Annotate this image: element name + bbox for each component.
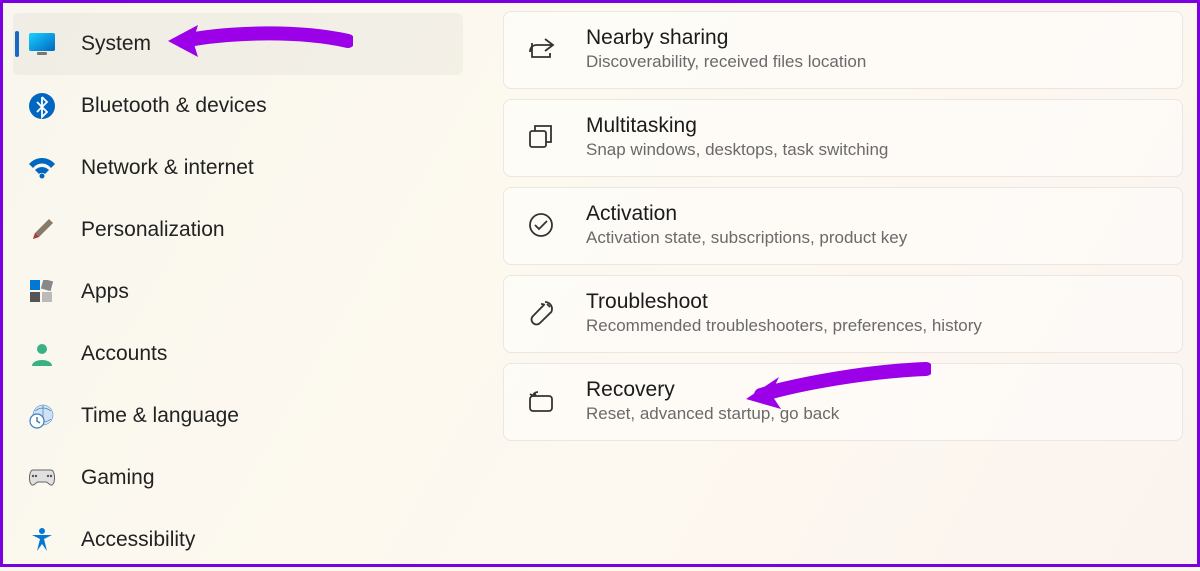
accessibility-icon (27, 525, 57, 555)
settings-window: System Bluetooth & devices Network & int… (3, 3, 1197, 564)
bluetooth-icon (27, 91, 57, 121)
multitask-icon (526, 122, 556, 152)
sidebar-item-personalization[interactable]: Personalization (13, 199, 463, 261)
setting-card-multitasking[interactable]: Multitasking Snap windows, desktops, tas… (503, 99, 1183, 177)
wifi-icon (27, 153, 57, 183)
system-icon (27, 29, 57, 59)
sidebar-item-apps[interactable]: Apps (13, 261, 463, 323)
share-icon (526, 34, 556, 64)
settings-list: Nearby sharing Discoverability, received… (473, 3, 1197, 564)
wrench-icon (526, 298, 556, 328)
brush-icon (27, 215, 57, 245)
setting-card-nearby-sharing[interactable]: Nearby sharing Discoverability, received… (503, 11, 1183, 89)
sidebar-item-label: Bluetooth & devices (81, 94, 267, 118)
sidebar: System Bluetooth & devices Network & int… (3, 3, 473, 564)
sidebar-item-label: Apps (81, 280, 129, 304)
setting-card-activation[interactable]: Activation Activation state, subscriptio… (503, 187, 1183, 265)
sidebar-item-label: Accounts (81, 342, 167, 366)
sidebar-item-label: System (81, 32, 151, 56)
setting-card-recovery[interactable]: Recovery Reset, advanced startup, go bac… (503, 363, 1183, 441)
card-title: Activation (586, 202, 907, 226)
sidebar-item-network[interactable]: Network & internet (13, 137, 463, 199)
card-description: Recommended troubleshooters, preferences… (586, 316, 982, 336)
sidebar-item-accessibility[interactable]: Accessibility (13, 509, 463, 571)
card-text: Activation Activation state, subscriptio… (586, 202, 907, 248)
person-icon (27, 339, 57, 369)
sidebar-item-time[interactable]: Time & language (13, 385, 463, 447)
sidebar-item-label: Accessibility (81, 528, 195, 552)
card-text: Recovery Reset, advanced startup, go bac… (586, 378, 839, 424)
sidebar-item-label: Personalization (81, 218, 225, 242)
sidebar-item-label: Gaming (81, 466, 155, 490)
card-description: Reset, advanced startup, go back (586, 404, 839, 424)
sidebar-item-gaming[interactable]: Gaming (13, 447, 463, 509)
card-text: Troubleshoot Recommended troubleshooters… (586, 290, 982, 336)
card-title: Troubleshoot (586, 290, 982, 314)
sidebar-item-system[interactable]: System (13, 13, 463, 75)
sidebar-item-label: Network & internet (81, 156, 254, 180)
recovery-icon (526, 386, 556, 416)
card-text: Nearby sharing Discoverability, received… (586, 26, 866, 72)
clock-globe-icon (27, 401, 57, 431)
apps-icon (27, 277, 57, 307)
card-title: Recovery (586, 378, 839, 402)
sidebar-item-label: Time & language (81, 404, 239, 428)
check-circle-icon (526, 210, 556, 240)
card-description: Discoverability, received files location (586, 52, 866, 72)
selection-indicator (15, 31, 19, 57)
card-description: Snap windows, desktops, task switching (586, 140, 888, 160)
setting-card-troubleshoot[interactable]: Troubleshoot Recommended troubleshooters… (503, 275, 1183, 353)
gamepad-icon (27, 463, 57, 493)
card-title: Multitasking (586, 114, 888, 138)
card-text: Multitasking Snap windows, desktops, tas… (586, 114, 888, 160)
card-description: Activation state, subscriptions, product… (586, 228, 907, 248)
card-title: Nearby sharing (586, 26, 866, 50)
sidebar-item-accounts[interactable]: Accounts (13, 323, 463, 385)
sidebar-item-bluetooth[interactable]: Bluetooth & devices (13, 75, 463, 137)
